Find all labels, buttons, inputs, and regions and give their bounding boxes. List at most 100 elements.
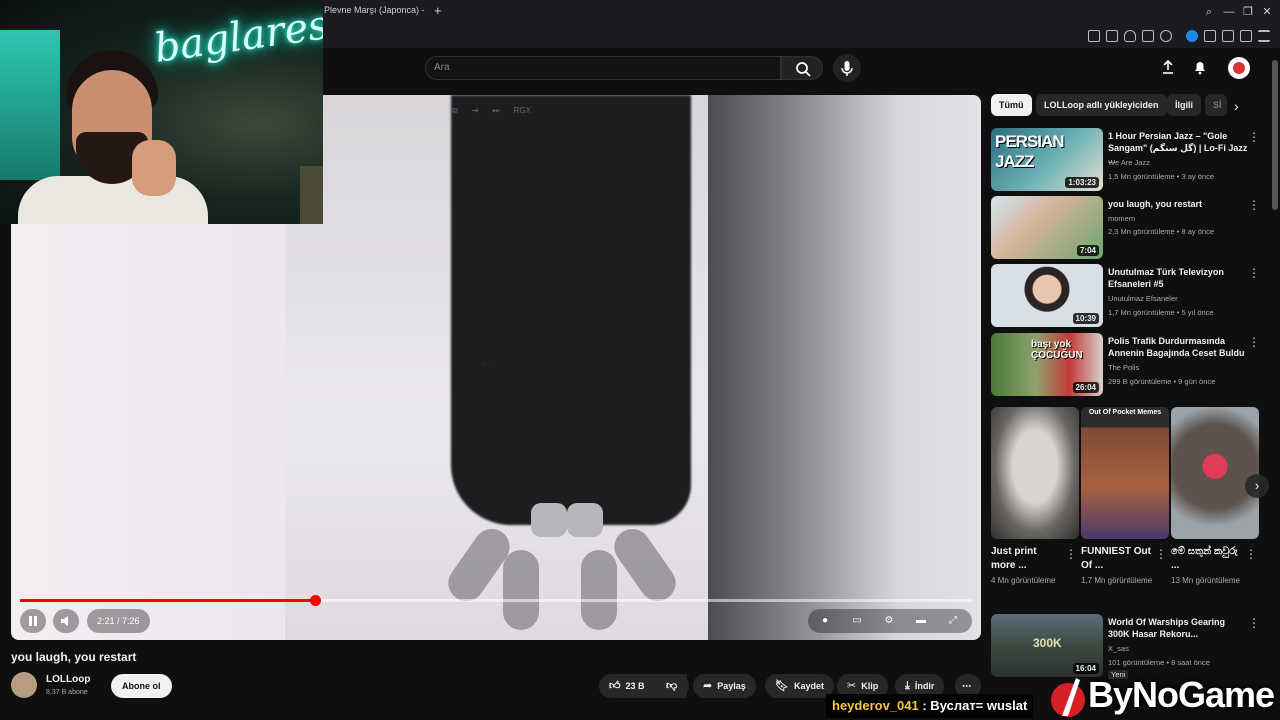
close-icon[interactable]: ✕: [1259, 4, 1275, 20]
subscribe-button[interactable]: Abone ol: [111, 674, 172, 698]
minimize-icon[interactable]: —: [1221, 4, 1237, 20]
rgx-label[interactable]: RGX: [514, 106, 531, 116]
exit-icon[interactable]: ⇥: [472, 106, 479, 116]
extensions-icon[interactable]: [1204, 30, 1216, 42]
subtitles-icon[interactable]: ▭: [850, 614, 864, 628]
more-vert-icon[interactable]: ⋮: [1248, 198, 1260, 212]
search-input[interactable]: Ara: [425, 56, 781, 80]
restore-icon[interactable]: ❐: [1240, 4, 1256, 20]
recommendation-title: Unutulmaz Türk Televizyon Efsaneleri #5: [1108, 267, 1224, 289]
recommendation-item[interactable]: 7:04 you laugh, you restart momem 2,3 Mn…: [991, 196, 1261, 260]
short-thumbnail[interactable]: [991, 407, 1079, 539]
account-avatar[interactable]: [1228, 57, 1250, 79]
dislike-button[interactable]: 👎︎: [657, 674, 689, 698]
pause-button[interactable]: [20, 609, 46, 633]
neon-sign: baglares: [151, 2, 323, 72]
shorts-next-button[interactable]: ›: [1245, 474, 1269, 498]
short-item[interactable]: Out Of Pocket Memes FUNNIEST Out Of ... …: [1081, 407, 1169, 585]
chip-all[interactable]: Tümü: [991, 94, 1032, 116]
more-vert-icon[interactable]: ⋮: [1245, 547, 1257, 561]
short-thumbnail[interactable]: Out Of Pocket Memes: [1081, 407, 1169, 539]
chat-message: : Вуслат= wuslat: [922, 698, 1028, 713]
vpn-icon[interactable]: [1186, 30, 1198, 42]
chat-username: heyderov_041: [832, 698, 919, 713]
skip-icon[interactable]: ⏭: [492, 106, 499, 116]
heart-icon[interactable]: [1160, 30, 1172, 42]
chevron-right-icon[interactable]: ›: [1234, 98, 1239, 114]
volume-icon: [61, 616, 68, 626]
scrollbar-thumb[interactable]: [1272, 60, 1278, 210]
bell-icon: [1195, 62, 1205, 75]
video-thumbnail[interactable]: 10:39: [991, 264, 1103, 327]
video-thumbnail[interactable]: başı yok ÇOCUĞUN 26:04: [991, 333, 1103, 396]
recommendation-item[interactable]: PERSIAN JAZZ 1:03:23 1 Hour Persian Jazz…: [991, 128, 1261, 192]
volume-button[interactable]: [53, 609, 79, 633]
search-button[interactable]: [781, 56, 823, 80]
short-item[interactable]: Just print more ... 4 Mn görüntüleme ⋮: [991, 407, 1079, 585]
share-button[interactable]: ➦ Paylaş: [693, 674, 756, 698]
more-vert-icon[interactable]: ⋮: [1248, 335, 1260, 349]
more-vert-icon[interactable]: ⋮: [1065, 547, 1077, 561]
channel-name[interactable]: LOLLoop: [46, 674, 90, 685]
save-button[interactable]: 🔖︎ Kaydet: [765, 674, 834, 698]
more-vert-icon[interactable]: ⋮: [1248, 266, 1260, 280]
recommendation-meta: 1,5 Mn görüntüleme • 3 ay önce: [1108, 172, 1215, 181]
wallet-icon[interactable]: [1240, 30, 1252, 42]
recommendation-meta: 299 B görüntüleme • 9 gün önce: [1108, 377, 1216, 386]
background-shelf: [300, 166, 323, 224]
short-item[interactable]: මේ සතුන් කවුරු ... 13 Mn görüntüleme ⋮: [1171, 407, 1259, 585]
autoplay-toggle-icon[interactable]: ●: [818, 614, 832, 628]
chip-related[interactable]: İlgili: [1167, 94, 1201, 116]
recommendation-item[interactable]: başı yok ÇOCUĞUN 26:04 Polis Trafik Durd…: [991, 333, 1261, 397]
like-count: 23 B: [625, 681, 645, 691]
downloads-icon[interactable]: [1222, 30, 1234, 42]
recommendation-item[interactable]: 10:39 Unutulmaz Türk Televizyon Efsanele…: [991, 264, 1261, 328]
duration-badge: 7:04: [1076, 245, 1099, 256]
fullscreen-icon[interactable]: ⤢: [946, 614, 960, 628]
chip-more[interactable]: Sİ: [1205, 94, 1227, 116]
bynogame-logo-text: ByNoGame: [1088, 674, 1275, 715]
browser-tab[interactable]: Plevne Marşı (Japonca) -: [324, 5, 425, 15]
more-vert-icon[interactable]: ⋮: [1155, 547, 1167, 561]
shoe-shape: [567, 503, 603, 537]
mouse-cursor-icon: ➤: [480, 357, 491, 371]
settings-gear-icon[interactable]: ⚙: [882, 614, 896, 628]
pause-icon: [29, 616, 37, 626]
channel-avatar[interactable]: [11, 672, 37, 698]
shield-icon[interactable]: [1124, 30, 1136, 42]
more-vert-icon[interactable]: ⋮: [1248, 616, 1260, 630]
player-extension-tools: ⧉ ⇥ ⏭ RGX: [452, 106, 531, 116]
bookmark-icon[interactable]: [1088, 30, 1100, 42]
duration-badge: 10:39: [1072, 313, 1099, 324]
bookmark-save-icon: 🔖︎: [775, 680, 789, 692]
new-tab-button[interactable]: +: [434, 3, 442, 18]
upload-button[interactable]: [1159, 58, 1177, 76]
subscriber-count: 8,37 B abone: [46, 689, 88, 696]
video-thumbnail[interactable]: PERSIAN JAZZ 1:03:23: [991, 128, 1103, 191]
popout-icon[interactable]: ⧉: [452, 106, 458, 116]
camera-icon[interactable]: [1142, 30, 1154, 42]
screenshot-icon[interactable]: [1106, 30, 1118, 42]
recommendation-meta: 101 görüntüleme • 8 saat önce: [1108, 658, 1210, 667]
video-thumbnail[interactable]: 300K 16:04: [991, 614, 1103, 677]
mic-icon: [841, 61, 853, 76]
video-thumbnail[interactable]: 7:04: [991, 196, 1103, 259]
thumbnail-text: 300K: [1033, 636, 1062, 650]
menu-icon[interactable]: [1258, 30, 1270, 42]
more-vert-icon[interactable]: ⋮: [1248, 130, 1260, 144]
short-title: Just print more ...: [991, 546, 1037, 571]
theater-mode-icon[interactable]: ▬: [914, 614, 928, 628]
short-title: මේ සතුන් කවුරු ...: [1171, 546, 1238, 571]
chip-from-uploader[interactable]: LOLLoop adlı yükleyiciden: [1036, 94, 1167, 116]
notifications-button[interactable]: [1191, 58, 1209, 76]
recommendation-item[interactable]: 300K 16:04 World Of Warships Gearing 300…: [991, 614, 1261, 679]
short-thumbnail[interactable]: [1171, 407, 1259, 539]
download-label: İndir: [914, 681, 935, 691]
share-icon: ➦: [703, 680, 713, 692]
video-frame-right-blur: [708, 95, 981, 640]
share-label: Paylaş: [717, 681, 746, 691]
short-title: FUNNIEST Out Of ...: [1081, 546, 1151, 571]
search-tabs-icon[interactable]: ⌕: [1201, 4, 1217, 20]
voice-search-button[interactable]: [833, 54, 861, 82]
thumbnail-text: başı yok ÇOCUĞUN: [1031, 339, 1083, 361]
